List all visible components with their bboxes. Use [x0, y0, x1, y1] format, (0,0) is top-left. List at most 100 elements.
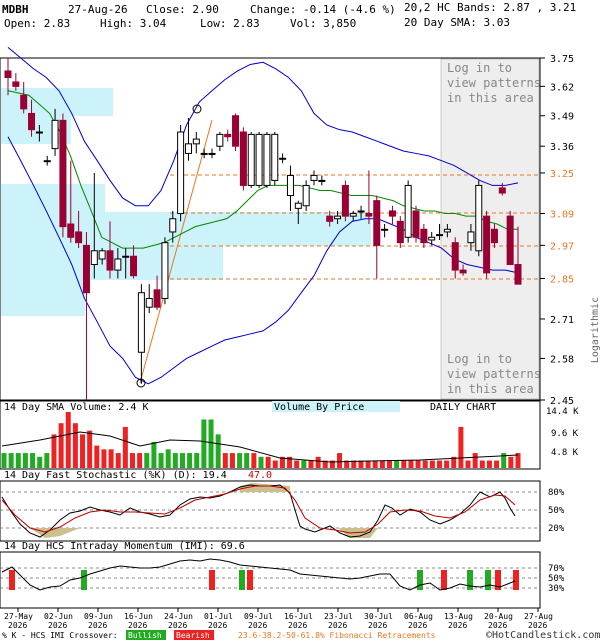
date-tick-label: 16-Jul — [284, 612, 313, 621]
volume-by-price-bar — [1, 212, 371, 246]
volume-bar — [1, 453, 7, 468]
price-tick-label: 3.25 — [550, 169, 574, 180]
candle-body — [216, 133, 224, 147]
volume-bar — [422, 460, 428, 468]
candle-body — [412, 210, 420, 238]
bullish-crossover-bar — [239, 570, 245, 590]
volume-bar — [80, 434, 86, 468]
candle-body — [302, 184, 310, 207]
candle-body — [514, 264, 522, 285]
volume-bar — [379, 460, 385, 468]
volume-bar — [94, 445, 100, 468]
low-label: Low: 2.83 — [200, 17, 260, 30]
volume-bar — [22, 453, 28, 468]
stochastic-panel: 14 Day Fast Stochastic (%K) (D): 19.4 47… — [0, 470, 565, 542]
volume-tick: 14.4 K — [546, 407, 579, 417]
volume-bar — [337, 453, 343, 468]
candle-body — [35, 131, 43, 134]
candle-body — [294, 202, 302, 209]
candle-body — [106, 250, 114, 271]
patterns-note-line: in this area — [447, 382, 534, 396]
candle-body — [12, 81, 20, 87]
stock-chart: MDBH 27-Aug-26 Close: 2.90 Change: -0.14… — [0, 1, 600, 640]
volume-bar — [387, 460, 392, 468]
date-tick-label: 09-Jul — [244, 612, 273, 621]
price-tick-label: 3.49 — [550, 112, 574, 123]
volume-bar — [179, 453, 185, 468]
candle-body — [459, 269, 467, 274]
date-tick-year: 2026 — [528, 621, 547, 630]
price-tick-label: 2.85 — [550, 274, 574, 285]
volume-bar — [165, 449, 171, 468]
date-tick-label: 09-Jun — [84, 612, 113, 621]
volume-bar — [315, 456, 321, 468]
candle-body — [498, 187, 506, 194]
volume-bar — [208, 419, 214, 468]
volume-bar — [65, 412, 71, 468]
price-tick-label: 2.58 — [550, 354, 574, 365]
date-tick-year: 2026 — [128, 621, 147, 630]
candle-body — [334, 215, 342, 220]
volume-bar — [222, 453, 228, 468]
volume-by-price-bar — [1, 88, 113, 116]
volume-bar — [237, 453, 243, 468]
bearish-crossover-bar — [209, 570, 215, 590]
candle-body — [247, 133, 255, 186]
volume-bar — [508, 456, 514, 468]
volume-bar — [251, 453, 257, 468]
crossover-legend-label: % K - HCS IMI Crossover: — [2, 631, 118, 640]
candle-body — [506, 215, 514, 266]
patterns-note-line: Log in to — [447, 352, 512, 366]
candle-body — [20, 94, 28, 110]
patterns-note-line: view patterns — [447, 76, 541, 90]
volume-panel-title: 14 Day SMA Volume: 2.4 K — [4, 402, 149, 413]
volume-bar — [58, 423, 64, 468]
imi-tick: 30% — [548, 584, 565, 594]
chart-header: MDBH 27-Aug-26 Close: 2.90 Change: -0.14… — [2, 1, 576, 30]
candle-body — [43, 160, 51, 163]
open-label: Open: 2.83 — [4, 17, 70, 30]
log-axis-title: Logarithmic — [590, 297, 600, 363]
volume-bar — [101, 449, 107, 468]
volume-bar — [151, 441, 157, 468]
volume-bar — [187, 453, 193, 468]
vol-label: Vol: 3,850 — [290, 17, 356, 30]
volume-bar — [194, 453, 200, 468]
date-tick-label: 02-Jun — [44, 612, 73, 621]
price-tick-label: 3.09 — [550, 210, 574, 221]
date-tick-label: 27-May — [4, 612, 33, 621]
volume-bar — [15, 453, 21, 468]
bands-label: 20,2 HC Bands: 2.87 , 3.21 — [404, 1, 576, 14]
candle-body — [90, 250, 98, 266]
date-tick-label: 30-Jul — [364, 612, 393, 621]
date-tick-year: 2026 — [448, 621, 467, 630]
volume-bar — [215, 434, 221, 468]
candle-body — [153, 289, 161, 308]
volume-bar — [408, 460, 414, 468]
volume-bar — [401, 460, 407, 468]
candle-body — [451, 242, 459, 271]
volume-bar — [444, 460, 450, 468]
candle-body — [349, 213, 357, 217]
date-tick-year: 2026 — [328, 621, 347, 630]
price-tick-label: 2.45 — [550, 396, 574, 407]
volume-bar — [486, 460, 492, 468]
candle-body — [114, 258, 122, 271]
candle-body — [82, 244, 90, 294]
date-tick-label: 16-Jun — [124, 612, 153, 621]
candle-body — [67, 223, 75, 238]
volume-bar — [494, 460, 500, 468]
volume-bar — [72, 423, 78, 468]
volume-bar — [144, 453, 150, 468]
candle-body — [326, 215, 334, 222]
candle-body — [177, 131, 185, 215]
bearish-crossover-bar — [441, 570, 447, 590]
fib-legend-label: 23.6-38.2-50-61.8% Fibonacci Retracement… — [238, 631, 436, 640]
candle-body — [224, 133, 232, 138]
imi-tick: 50% — [548, 574, 565, 584]
volume-bar — [472, 453, 478, 468]
volume-bar — [137, 453, 143, 468]
bullish-crossover-bar — [81, 570, 87, 590]
patterns-note-line: view patterns — [447, 367, 541, 381]
volume-by-price-bar — [1, 184, 105, 212]
